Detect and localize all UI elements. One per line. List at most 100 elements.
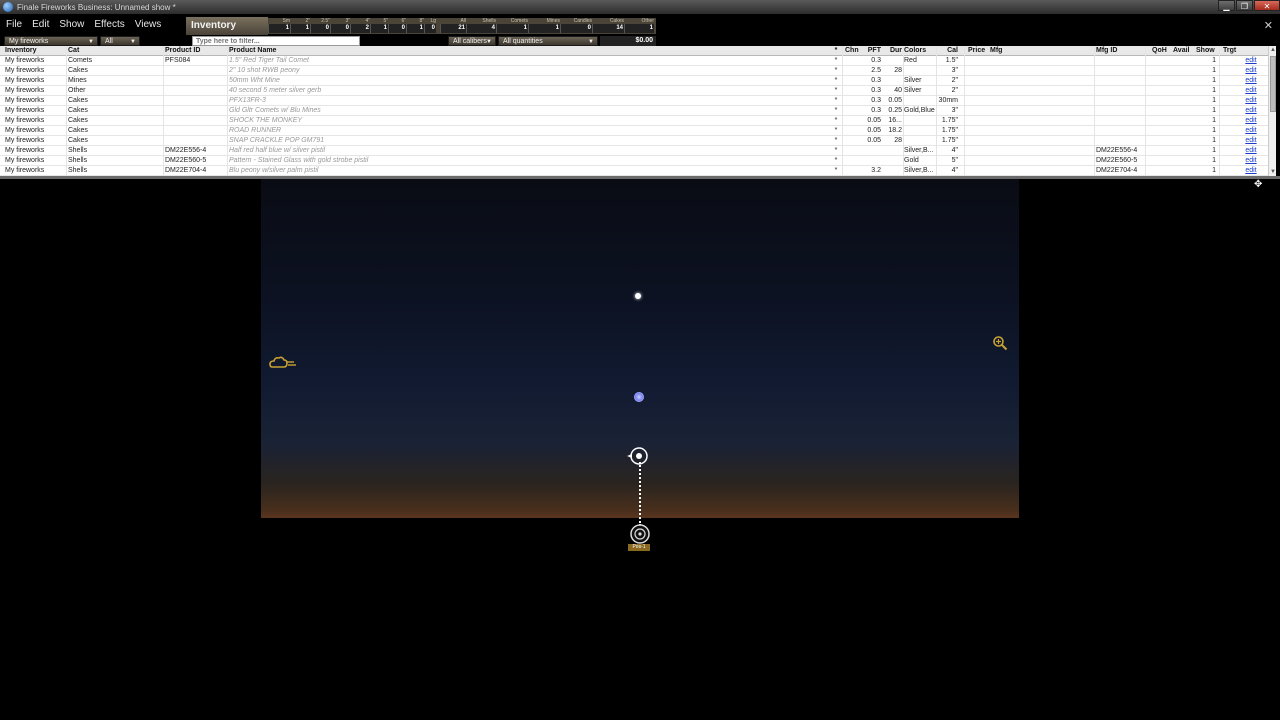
stat-4in: 4" 2 — [350, 18, 370, 34]
scrollbar-thumb[interactable] — [1270, 56, 1276, 112]
col-trgt[interactable]: Trgt — [1223, 46, 1243, 56]
cell-dur: 40 — [894, 87, 902, 94]
edit-link[interactable]: edit — [1240, 96, 1262, 106]
col-dur[interactable]: Dur — [884, 46, 902, 56]
close-panel-icon[interactable]: ✕ — [1264, 19, 1273, 32]
menu-show[interactable]: Show — [59, 18, 84, 32]
launch-position-icon[interactable] — [628, 522, 652, 546]
cell-inventory: My fireworks — [5, 117, 45, 124]
cell-star: * — [834, 67, 838, 74]
category-select[interactable]: All ▼ — [100, 36, 140, 46]
cell-mfg-id — [1096, 86, 1142, 96]
inventory-select[interactable]: My fireworks ▼ — [4, 36, 98, 46]
table-row[interactable]: My fireworks Other 40 second 5 meter silve… — [0, 86, 1268, 96]
edit-link[interactable]: edit — [1240, 116, 1262, 126]
cell-pft: 0.3 — [871, 87, 881, 94]
table-row[interactable]: My fireworks Shells DM22E560-5 Pattern - St… — [0, 156, 1268, 166]
cell-inventory: My fireworks — [5, 127, 45, 134]
scroll-up-icon[interactable]: ▲ — [1269, 46, 1277, 54]
col-chn[interactable]: Chn — [845, 46, 861, 56]
edit-link[interactable]: edit — [1240, 86, 1262, 96]
menu-file[interactable]: File — [6, 18, 22, 32]
cell-product-id: DM22E560-5 — [165, 157, 207, 164]
menu-edit[interactable]: Edit — [32, 18, 49, 32]
table-row[interactable]: My fireworks Cakes ROAD RUNNER * 0.05 18.2 1.7… — [0, 126, 1268, 136]
firework-effect-icon[interactable] — [626, 446, 650, 466]
edit-link[interactable]: edit — [1240, 106, 1262, 116]
minimize-button[interactable]: ▁ — [1218, 0, 1235, 11]
calibers-select[interactable]: All calibers ▼ — [448, 36, 496, 46]
tab-inventory[interactable]: Inventory — [186, 17, 268, 35]
edit-link[interactable]: edit — [1240, 146, 1262, 156]
filter-input[interactable] — [192, 36, 360, 46]
table-row[interactable]: My fireworks Shells DM22E704-4 Blu peony w/… — [0, 166, 1268, 176]
col-product-id[interactable]: Product ID — [165, 46, 225, 56]
col-show[interactable]: Show — [1196, 46, 1218, 56]
stat-candles: Candles 0 — [560, 18, 592, 34]
cell-show: 1 — [1212, 157, 1216, 164]
table-row[interactable]: My fireworks Comets PFS084 1.5" Red Tiger T… — [0, 56, 1268, 66]
table-row[interactable]: My fireworks Cakes SHOCK THE MONKEY * 0.05 16… — [0, 116, 1268, 126]
stat-2in: 2" 1 — [290, 18, 310, 34]
column-divider — [163, 46, 164, 176]
close-window-button[interactable]: ✕ — [1254, 0, 1280, 11]
cell-star: * — [834, 157, 838, 164]
maximize-button[interactable]: ❐ — [1236, 0, 1253, 11]
edit-link[interactable]: edit — [1240, 126, 1262, 136]
scroll-down-icon[interactable]: ▼ — [1269, 168, 1277, 176]
cell-colors: Silver,B... — [904, 167, 934, 174]
col-avail[interactable]: Avail — [1173, 46, 1195, 56]
table-row[interactable]: My fireworks Shells DM22E556-4 Half red hal… — [0, 146, 1268, 156]
col-mfg[interactable]: Mfg — [990, 46, 1020, 56]
cell-mfg-id — [1096, 76, 1142, 86]
cell-pft: 0.3 — [871, 77, 881, 84]
table-row[interactable]: My fireworks Cakes Gld Gltr Comets w/ Blu … — [0, 106, 1268, 116]
col-qoh[interactable]: QoH — [1152, 46, 1172, 56]
main-menu: File Edit Show Effects Views — [6, 18, 161, 32]
col-pft[interactable]: PFT — [863, 46, 881, 56]
menu-views[interactable]: Views — [135, 18, 162, 32]
position-label[interactable]: Pos-1 — [628, 544, 650, 551]
cell-pft: 3.2 — [871, 167, 881, 174]
firework-burst-white[interactable] — [635, 293, 641, 299]
cell-dur: 28 — [894, 137, 902, 144]
cell-star: * — [834, 147, 838, 154]
table-row[interactable]: My fireworks Cakes 2" 10 shot RWB peony * 2.… — [0, 66, 1268, 76]
edit-link[interactable]: edit — [1240, 136, 1262, 146]
col-cal[interactable]: Cal — [938, 46, 958, 56]
edit-link[interactable]: edit — [1240, 156, 1262, 166]
col-mfg-id[interactable]: Mfg ID — [1096, 46, 1136, 56]
edit-link[interactable]: edit — [1240, 66, 1262, 76]
calibers-select-value: All calibers — [453, 38, 487, 45]
table-row[interactable]: My fireworks Cakes SNAP CRACKLE POP GM791 *… — [0, 136, 1268, 146]
table-row[interactable]: My fireworks Mines 50mm Wht Mine * 0.3 Silver… — [0, 76, 1268, 86]
cell-star: * — [834, 77, 838, 84]
col-product-name[interactable]: Product Name — [229, 46, 349, 56]
stat-value: 1 — [268, 24, 290, 33]
stat-value: 0 — [424, 24, 436, 33]
col-inventory[interactable]: Inventory — [5, 46, 65, 56]
cell-pft — [861, 156, 881, 166]
col-price[interactable]: Price — [968, 46, 990, 56]
inventory-select-value: My fireworks — [9, 38, 49, 45]
column-divider — [936, 46, 937, 176]
resize-move-icon[interactable]: ✥ — [1254, 180, 1262, 190]
edit-link[interactable]: edit — [1240, 166, 1262, 176]
quantities-select[interactable]: All quantities ▼ — [498, 36, 598, 46]
col-cat[interactable]: Cat — [68, 46, 118, 56]
table-row[interactable]: My fireworks Cakes PFX13FR-3 * 0.3 0.05 30mm 1 e… — [0, 96, 1268, 106]
menu-effects[interactable]: Effects — [94, 18, 124, 32]
col-colors[interactable]: Colors — [904, 46, 934, 56]
table-scrollbar[interactable]: ▲ ▼ — [1268, 46, 1276, 176]
firework-burst-blue[interactable] — [634, 392, 644, 402]
cell-cal: 3" — [951, 107, 958, 114]
zoom-in-icon[interactable] — [992, 335, 1008, 351]
stat-2-5in: 2.5" 0 — [310, 18, 330, 34]
weather-cloud-icon[interactable] — [268, 353, 298, 371]
edit-link[interactable]: edit — [1240, 56, 1262, 66]
cell-pft: 0.3 — [871, 57, 881, 64]
cell-colors — [904, 126, 936, 136]
col-star[interactable]: * — [832, 46, 840, 56]
edit-link[interactable]: edit — [1240, 76, 1262, 86]
cell-mfg-id — [1096, 96, 1142, 106]
